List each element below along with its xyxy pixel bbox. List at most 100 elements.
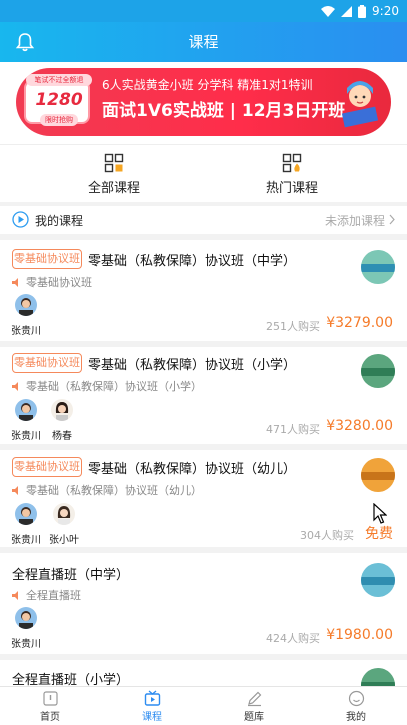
teacher-list: 张贵川	[11, 294, 212, 337]
teacher-avatar	[15, 294, 37, 316]
app-header: 课程	[0, 22, 407, 62]
course-card[interactable]: 零基础协议班 零基础（私教保障）协议班（幼儿） 零基础（私教保障）协议班（幼儿）…	[0, 450, 407, 547]
teacher-list: 张贵川	[11, 607, 212, 650]
signal-icon	[341, 5, 353, 17]
course-subtitle: 零基础协议班	[26, 276, 92, 289]
tab-label: 我的	[346, 712, 366, 723]
price-badge-top: 笔试不过全额退	[26, 74, 92, 86]
category-label: 热门课程	[265, 181, 318, 196]
course-subtitle-row: 零基础协议班	[12, 274, 92, 290]
teacher-name: 张小叶	[49, 535, 79, 546]
course-page: 9:20 课程 笔试不过全额退 1280 限时抢购 6人实战黄金小班 分学科 精…	[0, 0, 407, 725]
course-title: 零基础（私教保障）协议班（中学）	[88, 254, 297, 269]
teacher: 张贵川	[6, 399, 46, 442]
course-subtitle: 零基础（私教保障）协议班（小学）	[26, 380, 202, 393]
profile-smile-icon	[348, 690, 364, 707]
bottom-nav: 首页 课程 题库 我的	[0, 686, 407, 725]
course-subtitle-row: 零基础（私教保障）协议班（幼儿）	[12, 482, 202, 498]
teacher-list: 张贵川 杨春	[11, 399, 212, 442]
teacher: 杨春	[42, 399, 82, 442]
my-courses-status: 未添加课程	[324, 214, 385, 228]
course-thumbnail	[361, 458, 395, 492]
play-circle-icon	[12, 211, 29, 228]
course-price: 免费	[365, 526, 393, 542]
price-badge-value: 1280	[35, 90, 83, 110]
teacher-avatar	[15, 503, 37, 525]
course-subtitle: 全程直播班	[26, 589, 81, 602]
course-card[interactable]: 零基础协议班 零基础（私教保障）协议班（中学） 零基础协议班 张贵川 251人购…	[0, 240, 407, 341]
teacher: 张小叶	[44, 503, 84, 546]
course-price: ¥3279.00	[326, 315, 393, 331]
speaker-icon	[12, 278, 18, 287]
promo-banner[interactable]: 笔试不过全额退 1280 限时抢购 6人实战黄金小班 分学科 精准1对1特训 面…	[16, 68, 391, 136]
category-all-courses[interactable]: 全部课程	[44, 151, 184, 197]
tab-label: 课程	[142, 712, 162, 723]
my-courses-row[interactable]: 我的课程 未添加课程	[0, 206, 407, 234]
hot-courses-grid-icon	[282, 153, 302, 173]
course-tag: 零基础协议班	[12, 353, 82, 373]
teacher-name: 张贵川	[11, 326, 41, 337]
speaker-icon	[12, 486, 18, 495]
wifi-icon	[321, 5, 336, 17]
course-card[interactable]: 零基础协议班 零基础（私教保障）协议班（小学） 零基础（私教保障）协议班（小学）…	[0, 347, 407, 444]
category-hot-courses[interactable]: 热门课程	[222, 151, 362, 197]
teacher-name: 杨春	[52, 431, 72, 442]
tab-profile[interactable]: 我的	[306, 690, 406, 723]
course-title: 零基础（私教保障）协议班（小学）	[88, 358, 297, 373]
category-nav: 全部课程 热门课程	[0, 144, 407, 202]
category-label: 全部课程	[87, 181, 140, 196]
mascot-illustration	[341, 81, 379, 128]
home-icon	[42, 691, 58, 706]
banner-headline: 面试1V6实战班 | 12月3日开班	[102, 101, 346, 121]
teacher-avatar	[51, 399, 73, 421]
buyers-count: 471人购买	[266, 423, 320, 436]
tab-course[interactable]: 课程	[102, 690, 202, 723]
mouse-cursor-icon	[373, 503, 387, 524]
course-tag: 零基础协议班	[12, 249, 82, 269]
tab-label: 首页	[40, 712, 60, 723]
course-subtitle: 零基础（私教保障）协议班（幼儿）	[26, 484, 202, 497]
teacher-name: 张贵川	[11, 431, 41, 442]
tab-question-bank[interactable]: 题库	[204, 690, 304, 723]
buyers-count: 424人购买	[266, 632, 320, 645]
speaker-icon	[12, 591, 18, 600]
teacher-avatar	[15, 399, 37, 421]
price-badge: 笔试不过全额退 1280 限时抢购	[24, 74, 92, 126]
my-courses-label: 我的课程	[35, 214, 84, 228]
course-thumbnail	[361, 563, 395, 597]
speaker-icon	[12, 382, 18, 391]
question-bank-pencil-icon	[247, 691, 261, 707]
course-title: 零基础（私教保障）协议班（幼儿）	[88, 462, 297, 477]
course-title: 全程直播班（中学）	[12, 568, 130, 583]
course-tv-icon	[144, 690, 160, 706]
teacher: 张贵川	[6, 503, 46, 546]
course-thumbnail	[361, 354, 395, 388]
status-time: 9:20	[372, 4, 399, 18]
teacher: 张贵川	[6, 607, 46, 650]
status-bar: 9:20	[0, 0, 407, 22]
teacher-name: 张贵川	[11, 639, 41, 650]
promo-banner-area: 笔试不过全额退 1280 限时抢购 6人实战黄金小班 分学科 精准1对1特训 面…	[0, 62, 407, 144]
course-subtitle-row: 全程直播班	[12, 587, 81, 603]
course-thumbnail	[361, 250, 395, 284]
tab-home[interactable]: 首页	[0, 690, 100, 723]
tab-label: 题库	[244, 712, 264, 723]
course-price: ¥3280.00	[326, 418, 393, 434]
buyers-count: 251人购买	[266, 320, 320, 333]
teacher-list: 张贵川 张小叶	[11, 503, 212, 546]
battery-icon	[358, 4, 367, 18]
course-price: ¥1980.00	[326, 627, 393, 643]
course-subtitle-row: 零基础（私教保障）协议班（小学）	[12, 378, 202, 394]
buyers-count: 304人购买	[300, 529, 354, 542]
teacher-name: 张贵川	[11, 535, 41, 546]
teacher-avatar	[15, 607, 37, 629]
page-title: 课程	[188, 33, 219, 51]
banner-subtitle: 6人实战黄金小班 分学科 精准1对1特训	[102, 78, 313, 92]
course-tag: 零基础协议班	[12, 457, 82, 477]
course-card[interactable]: 全程直播班（中学） 全程直播班 张贵川 424人购买 ¥1980.00	[0, 553, 407, 654]
chevron-right-icon	[389, 214, 395, 225]
teacher-avatar	[53, 503, 75, 525]
all-courses-grid-icon	[104, 153, 124, 173]
price-badge-bottom: 限时抢购	[40, 114, 78, 126]
teacher: 张贵川	[6, 294, 46, 337]
